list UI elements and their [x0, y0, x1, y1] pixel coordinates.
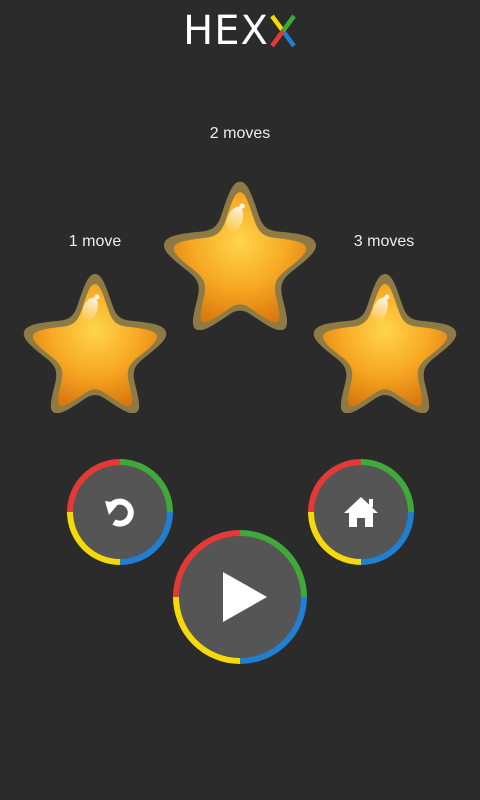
- star-icon: [23, 274, 167, 414]
- star-2-moves: [160, 175, 320, 335]
- title-letter-x2-multicolor: [269, 8, 297, 48]
- title-letter-e: E: [214, 8, 241, 54]
- star-label-2: 2 moves: [209, 125, 271, 142]
- play-button[interactable]: [173, 530, 307, 664]
- title-letter-x1: X: [240, 8, 269, 54]
- star-icon: [163, 181, 317, 331]
- retry-button[interactable]: [67, 459, 173, 565]
- title-letter-h: H: [183, 8, 215, 54]
- star-3-moves: [310, 268, 460, 418]
- star-icon: [313, 274, 457, 414]
- star-label-3: 3 moves: [353, 233, 415, 250]
- star-label-1: 1 move: [68, 233, 122, 250]
- star-1-move: [20, 268, 170, 418]
- game-title: HEX: [0, 8, 480, 54]
- home-button[interactable]: [308, 459, 414, 565]
